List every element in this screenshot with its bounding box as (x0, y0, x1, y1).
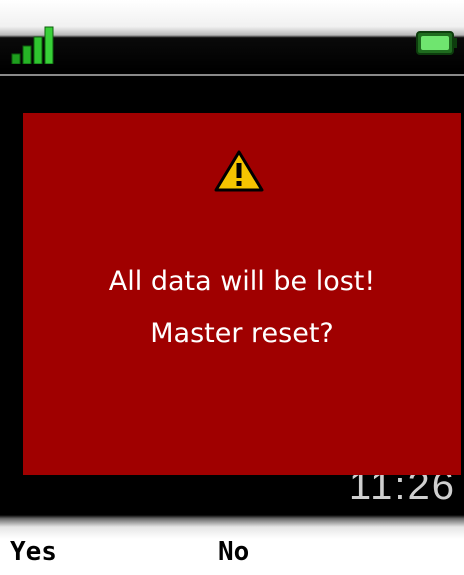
dialog-message-line-1: All data will be lost! (108, 266, 376, 297)
signal-strength-icon (11, 26, 54, 64)
no-softkey[interactable]: No (218, 537, 249, 567)
status-bar (0, 0, 464, 70)
status-divider (0, 74, 464, 76)
phone-screen: 11:26 All data will be lost! Master rese… (0, 0, 464, 575)
yes-softkey[interactable]: Yes (10, 537, 57, 567)
warning-icon (214, 150, 264, 192)
battery-full-icon (416, 31, 457, 55)
dialog-message-line-2: Master reset? (150, 318, 334, 349)
